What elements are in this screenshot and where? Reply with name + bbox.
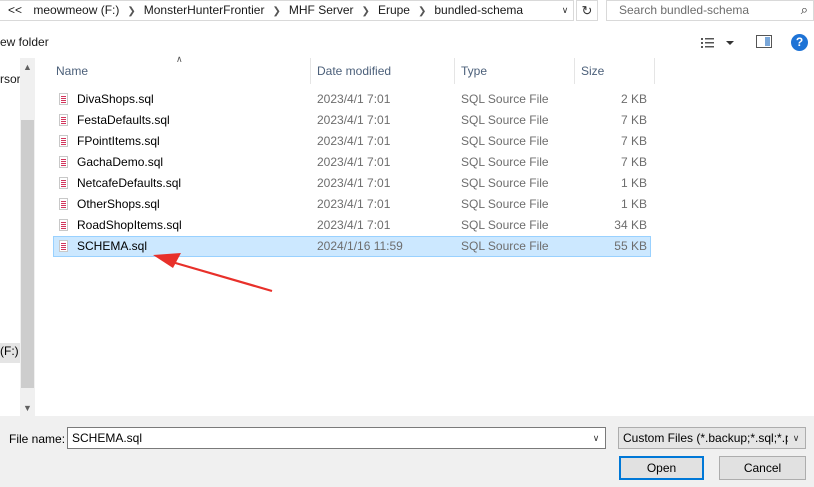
file-name-input[interactable]: SCHEMA.sql	[67, 427, 606, 449]
breadcrumb-item-server[interactable]: MHF Server	[289, 1, 354, 20]
nav-item-drive-partial[interactable]: (F:)	[0, 343, 20, 363]
file-date: 2023/4/1 7:01	[317, 113, 391, 127]
file-name-label: File name:	[9, 432, 66, 446]
open-button[interactable]: Open	[619, 456, 704, 480]
file-row[interactable]: DivaShops.sql 2023/4/1 7:01 SQL Source F…	[53, 89, 651, 110]
column-header-type[interactable]: Type	[455, 58, 575, 84]
sql-file-icon	[59, 156, 68, 168]
breadcrumb-item-game[interactable]: MonsterHunterFrontier	[144, 1, 265, 20]
new-folder-button[interactable]: ew folder	[0, 35, 49, 49]
file-size: 2 KB	[620, 92, 647, 106]
breadcrumb-overflow[interactable]: <<	[8, 1, 22, 20]
file-date: 2023/4/1 7:01	[317, 92, 391, 106]
file-row-selected[interactable]: SCHEMA.sql 2024/1/16 11:59 SQL Source Fi…	[53, 236, 651, 257]
file-size: 34 KB	[614, 218, 647, 232]
file-name: GachaDemo.sql	[77, 155, 164, 169]
file-type: SQL Source File	[461, 113, 549, 127]
column-header-name[interactable]: Name	[50, 58, 311, 84]
file-date: 2023/4/1 7:01	[317, 197, 391, 211]
file-date: 2024/1/16 11:59	[317, 239, 403, 253]
details-view-icon	[701, 38, 734, 48]
file-size: 55 KB	[614, 239, 647, 253]
nav-item-partial[interactable]: rsor	[0, 72, 21, 86]
file-name: OtherShops.sql	[77, 197, 160, 211]
preview-pane-icon[interactable]	[756, 35, 772, 48]
sql-file-icon	[59, 114, 68, 126]
file-type: SQL Source File	[461, 134, 549, 148]
file-name: SCHEMA.sql	[77, 239, 148, 253]
file-name: RoadShopItems.sql	[77, 218, 182, 232]
file-size: 7 KB	[620, 113, 647, 127]
address-bar[interactable]: << meowmeow (F:) ❯ MonsterHunterFrontier ❯ M…	[0, 0, 574, 21]
file-row[interactable]: FestaDefaults.sql 2023/4/1 7:01 SQL Sour…	[53, 110, 651, 131]
chevron-down-icon[interactable]: ∨	[788, 429, 804, 447]
sql-file-icon	[59, 93, 68, 105]
column-header-size[interactable]: Size	[575, 58, 655, 84]
sql-file-icon	[59, 177, 68, 189]
file-row[interactable]: GachaDemo.sql 2023/4/1 7:01 SQL Source F…	[53, 152, 651, 173]
search-placeholder: Search bundled-schema	[619, 3, 750, 17]
chevron-down-icon[interactable]: ∨	[556, 0, 574, 21]
column-header-date-modified[interactable]: Date modified	[311, 58, 455, 84]
file-date: 2023/4/1 7:01	[317, 155, 391, 169]
file-row[interactable]: NetcafeDefaults.sql 2023/4/1 7:01 SQL So…	[53, 173, 651, 194]
file-name: FPointItems.sql	[77, 134, 160, 148]
file-size: 1 KB	[620, 176, 647, 190]
annotation-arrow-shaft	[171, 260, 273, 293]
search-input[interactable]: Search bundled-schema ⌕	[606, 0, 814, 21]
file-date: 2023/4/1 7:01	[317, 176, 391, 190]
breadcrumb-item-current[interactable]: bundled-schema	[434, 1, 523, 20]
file-name: DivaShops.sql	[77, 92, 154, 106]
sql-file-icon	[59, 219, 68, 231]
breadcrumb: << meowmeow (F:) ❯ MonsterHunterFrontier ❯ M…	[0, 1, 523, 20]
sql-file-icon	[59, 135, 68, 147]
sql-file-icon	[59, 240, 68, 252]
chevron-right-icon: ❯	[361, 6, 370, 17]
file-size: 1 KB	[620, 197, 647, 211]
file-type: SQL Source File	[461, 155, 549, 169]
file-size: 7 KB	[620, 134, 647, 148]
view-options-button[interactable]	[700, 34, 738, 52]
chevron-right-icon: ❯	[272, 6, 281, 17]
breadcrumb-item-erupe[interactable]: Erupe	[378, 1, 410, 20]
search-icon[interactable]: ⌕	[801, 2, 808, 18]
file-date: 2023/4/1 7:01	[317, 218, 391, 232]
file-name: FestaDefaults.sql	[77, 113, 170, 127]
file-size: 7 KB	[620, 155, 647, 169]
refresh-icon[interactable]: ↻	[576, 0, 598, 21]
file-type: SQL Source File	[461, 239, 549, 253]
scroll-down-icon[interactable]: ▼	[20, 401, 35, 415]
help-icon[interactable]: ?	[791, 34, 808, 51]
chevron-right-icon: ❯	[127, 6, 136, 17]
scroll-up-icon[interactable]: ▲	[20, 60, 35, 74]
cancel-button[interactable]: Cancel	[719, 456, 806, 480]
file-type: SQL Source File	[461, 218, 549, 232]
scrollbar-thumb[interactable]	[21, 120, 34, 388]
file-type: SQL Source File	[461, 197, 549, 211]
file-date: 2023/4/1 7:01	[317, 134, 391, 148]
chevron-right-icon: ❯	[417, 6, 427, 17]
file-type-filter-select[interactable]: Custom Files (*.backup;*.sql;*.p	[618, 427, 806, 449]
chevron-down-icon[interactable]: ∨	[588, 429, 604, 447]
file-row[interactable]: OtherShops.sql 2023/4/1 7:01 SQL Source …	[53, 194, 651, 215]
breadcrumb-item-drive[interactable]: meowmeow (F:)	[33, 1, 119, 20]
sql-file-icon	[59, 198, 68, 210]
file-type: SQL Source File	[461, 92, 549, 106]
file-row[interactable]: FPointItems.sql 2023/4/1 7:01 SQL Source…	[53, 131, 651, 152]
file-row[interactable]: RoadShopItems.sql 2023/4/1 7:01 SQL Sour…	[53, 215, 651, 236]
file-type: SQL Source File	[461, 176, 549, 190]
file-name: NetcafeDefaults.sql	[77, 176, 182, 190]
